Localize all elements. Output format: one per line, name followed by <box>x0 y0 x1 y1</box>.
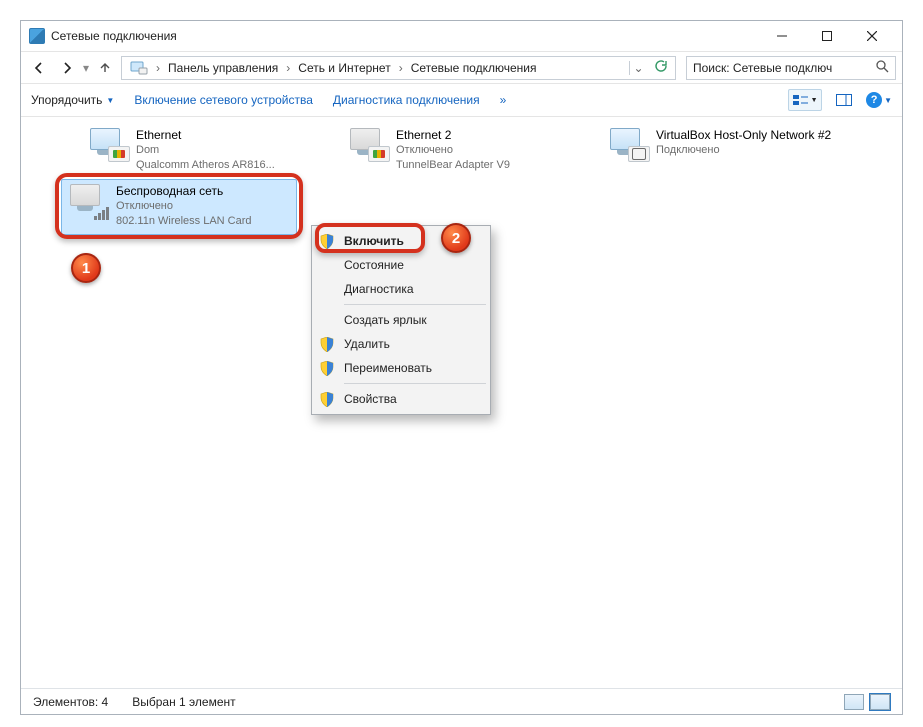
connection-name: VirtualBox Host-Only Network #2 <box>656 128 831 143</box>
network-adapter-icon <box>88 128 130 168</box>
shield-icon <box>320 337 334 352</box>
cmd-organize[interactable]: Упорядочить▼ <box>31 93 114 107</box>
connection-device: TunnelBear Adapter V9 <box>396 158 510 173</box>
connection-status: Dom <box>136 143 275 158</box>
ctx-rename[interactable]: Переименовать <box>314 356 488 380</box>
ctx-label-diagnostics: Диагностика <box>344 282 414 296</box>
status-selection: Выбран 1 элемент <box>132 695 235 709</box>
close-button[interactable] <box>849 22 894 50</box>
chevron-right-icon[interactable]: › <box>284 61 292 75</box>
ctx-separator <box>344 304 486 305</box>
search-placeholder: Поиск: Сетевые подключ <box>693 61 870 75</box>
command-bar: Упорядочить▼ Включение сетевого устройст… <box>21 83 902 117</box>
ctx-label-properties: Свойства <box>344 392 397 406</box>
breadcrumb-root-icon[interactable] <box>126 57 152 79</box>
ctx-label-rename: Переименовать <box>344 361 432 375</box>
back-button[interactable] <box>27 56 51 80</box>
chevron-down-icon: ▼ <box>811 97 818 104</box>
connection-status: Отключено <box>396 143 510 158</box>
search-icon <box>876 60 889 76</box>
connection-device: 802.11n Wireless LAN Card <box>116 214 252 229</box>
connection-name: Ethernet <box>136 128 275 143</box>
shield-icon <box>320 392 334 407</box>
ctx-label-delete: Удалить <box>344 337 390 351</box>
network-adapter-icon <box>348 128 390 168</box>
ctx-label-enable: Включить <box>344 234 404 248</box>
view-large-icons-button[interactable] <box>870 694 890 710</box>
cmd-diagnostics[interactable]: Диагностика подключения <box>333 93 480 107</box>
ctx-separator <box>344 383 486 384</box>
forward-button[interactable] <box>55 56 79 80</box>
status-bar: Элементов: 4 Выбран 1 элемент <box>21 688 902 714</box>
ctx-delete[interactable]: Удалить <box>314 332 488 356</box>
address-bar[interactable]: › Панель управления › Сеть и Интернет › … <box>121 56 676 80</box>
ctx-status[interactable]: Состояние <box>314 253 488 277</box>
connection-name: Беспроводная сеть <box>116 184 252 199</box>
ctx-label-shortcut: Создать ярлык <box>344 313 427 327</box>
connection-wireless[interactable]: Беспроводная сеть Отключено 802.11n Wire… <box>61 179 297 235</box>
network-adapter-icon <box>68 184 110 224</box>
connection-virtualbox[interactable]: VirtualBox Host-Only Network #2 Подключе… <box>601 123 851 179</box>
help-icon: ? <box>866 92 882 108</box>
connection-name: Ethernet 2 <box>396 128 510 143</box>
nav-row: ▾ › Панель управления › Сеть и Интернет … <box>21 51 902 83</box>
breadcrumb-item[interactable]: Панель управления <box>164 57 282 79</box>
cmd-enable-device[interactable]: Включение сетевого устройства <box>134 93 313 107</box>
callout-badge-1: 1 <box>71 253 101 283</box>
search-input[interactable]: Поиск: Сетевые подключ <box>686 56 896 80</box>
maximize-button[interactable] <box>804 22 849 50</box>
view-details-button[interactable] <box>844 694 864 710</box>
breadcrumb-item[interactable]: Сетевые подключения <box>407 57 541 79</box>
ctx-properties[interactable]: Свойства <box>314 387 488 411</box>
help-button[interactable]: ? ▼ <box>866 92 892 108</box>
address-dropdown[interactable]: ⌄ <box>629 61 647 75</box>
refresh-button[interactable] <box>649 59 671 76</box>
content-area[interactable]: Ethernet Dom Qualcomm Atheros AR816... E… <box>21 117 902 688</box>
nav-history-dropdown[interactable]: ▾ <box>83 61 89 75</box>
titlebar: Сетевые подключения <box>21 21 902 51</box>
chevron-right-icon[interactable]: › <box>154 61 162 75</box>
connection-status: Подключено <box>656 143 831 158</box>
view-button[interactable]: ▼ <box>788 89 822 111</box>
up-button[interactable] <box>93 56 117 80</box>
cmd-overflow[interactable]: » <box>500 93 507 107</box>
shield-icon <box>320 234 334 249</box>
window-title: Сетевые подключения <box>51 29 177 43</box>
shield-icon <box>320 361 334 376</box>
breadcrumb-item[interactable]: Сеть и Интернет <box>294 57 394 79</box>
connection-device: Qualcomm Atheros AR816... <box>136 158 275 173</box>
connection-ethernet[interactable]: Ethernet Dom Qualcomm Atheros AR816... <box>81 123 331 179</box>
ctx-enable[interactable]: Включить <box>314 229 488 253</box>
ctx-label-status: Состояние <box>344 258 404 272</box>
app-icon <box>29 28 45 44</box>
context-menu: Включить Состояние Диагностика Создать я… <box>311 225 491 415</box>
ctx-create-shortcut[interactable]: Создать ярлык <box>314 308 488 332</box>
ctx-diagnostics[interactable]: Диагностика <box>314 277 488 301</box>
window-frame: Сетевые подключения ▾ › Панель управлени… <box>0 0 923 727</box>
chevron-right-icon[interactable]: › <box>397 61 405 75</box>
minimize-button[interactable] <box>759 22 804 50</box>
network-adapter-icon <box>608 128 650 168</box>
connection-ethernet2[interactable]: Ethernet 2 Отключено TunnelBear Adapter … <box>341 123 591 179</box>
preview-pane-button[interactable] <box>832 89 856 111</box>
connection-status: Отключено <box>116 199 252 214</box>
chevron-down-icon: ▼ <box>106 96 114 105</box>
chevron-down-icon: ▼ <box>884 96 892 105</box>
status-count: Элементов: 4 <box>33 695 108 709</box>
